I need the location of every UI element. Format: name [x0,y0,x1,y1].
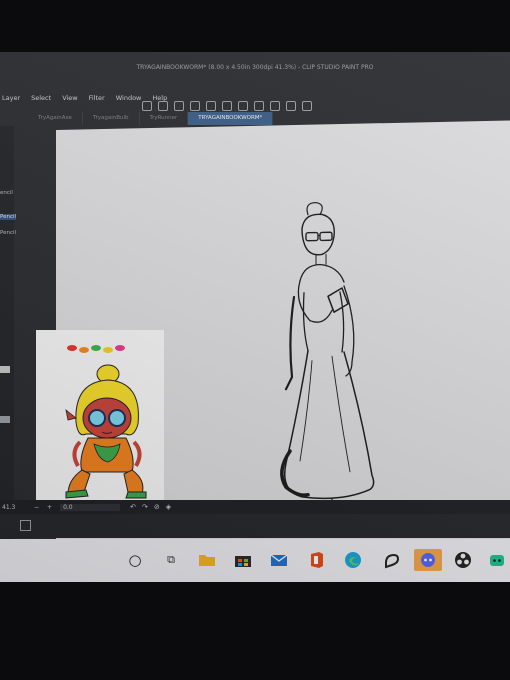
command-bar [142,100,312,112]
search-icon[interactable]: ○ [124,549,146,571]
snap-icon[interactable] [302,101,312,111]
fill-icon[interactable] [190,101,200,111]
panel-toggle-icon[interactable] [20,520,31,531]
zoom-in-button[interactable]: + [47,504,52,511]
menu-layer[interactable]: Layer [2,94,20,102]
ruler-icon[interactable] [286,101,296,111]
crop-icon[interactable] [238,101,248,111]
zoom-out-button[interactable]: − [34,504,39,511]
sub-tool-pencil-1[interactable]: encil [0,190,13,196]
discord-icon[interactable] [414,549,442,571]
app-icon[interactable] [486,549,508,571]
sub-tool-pencil-2[interactable]: Pencil [0,214,17,220]
zoom-readout[interactable]: 41.3 [2,504,26,511]
pen-alt-icon[interactable] [270,101,280,111]
tab-tryagainbulb[interactable]: TryagainBulb [83,112,140,125]
monitor-screen: TRYAGAINBOOKWORM* (8.00 x 4.50in 300dpi … [0,52,510,582]
office-icon[interactable] [306,549,328,571]
layer-swatch[interactable] [0,416,10,423]
clip-studio-icon[interactable] [380,549,402,571]
file-explorer-icon[interactable] [196,549,218,571]
transform-icon[interactable] [206,101,216,111]
reference-image [36,330,164,502]
clear-icon[interactable] [174,101,184,111]
sub-tool-pencil-3[interactable]: Pencil [0,230,16,236]
menu-window[interactable]: Window [116,94,142,102]
menu-filter[interactable]: Filter [89,94,105,102]
tab-tryagainbookworm[interactable]: TRYAGAINBOOKWORM* [188,112,274,125]
deselect-icon[interactable] [222,101,232,111]
chibi-character [65,345,147,499]
reset-rotation-icon[interactable]: ⊘ [154,503,160,511]
menu-view[interactable]: View [62,94,77,102]
store-icon[interactable] [232,549,254,571]
task-view-icon[interactable]: ⧉ [160,549,182,571]
obs-icon[interactable] [452,549,474,571]
flip-icon[interactable]: ◈ [166,503,171,511]
rotation-angle-readout[interactable]: 0.0 [60,503,121,511]
menu-select[interactable]: Select [31,94,51,102]
redo-icon[interactable] [158,101,168,111]
rotate-right-icon[interactable]: ↷ [142,503,148,511]
tab-tryrunner[interactable]: TryRunner [140,112,189,125]
edge-icon[interactable] [342,549,364,571]
tab-tryagainaxe[interactable]: TryAgainAxe [28,112,83,125]
bottom-panel-strip [0,514,510,538]
window-title: TRYAGAINBOOKWORM* (8.00 x 4.50in 300dpi … [136,64,374,71]
color-swatch[interactable] [0,366,10,373]
mail-icon[interactable] [268,549,290,571]
rotate-left-icon[interactable]: ↶ [130,503,136,511]
pen-icon[interactable] [254,101,264,111]
windows-taskbar: ○ ⧉ [0,539,510,582]
figure-sketch [280,201,375,537]
undo-icon[interactable] [142,101,152,111]
status-bar: 41.3 − + 0.0 ↶ ↷ ⊘ ◈ [0,500,510,514]
